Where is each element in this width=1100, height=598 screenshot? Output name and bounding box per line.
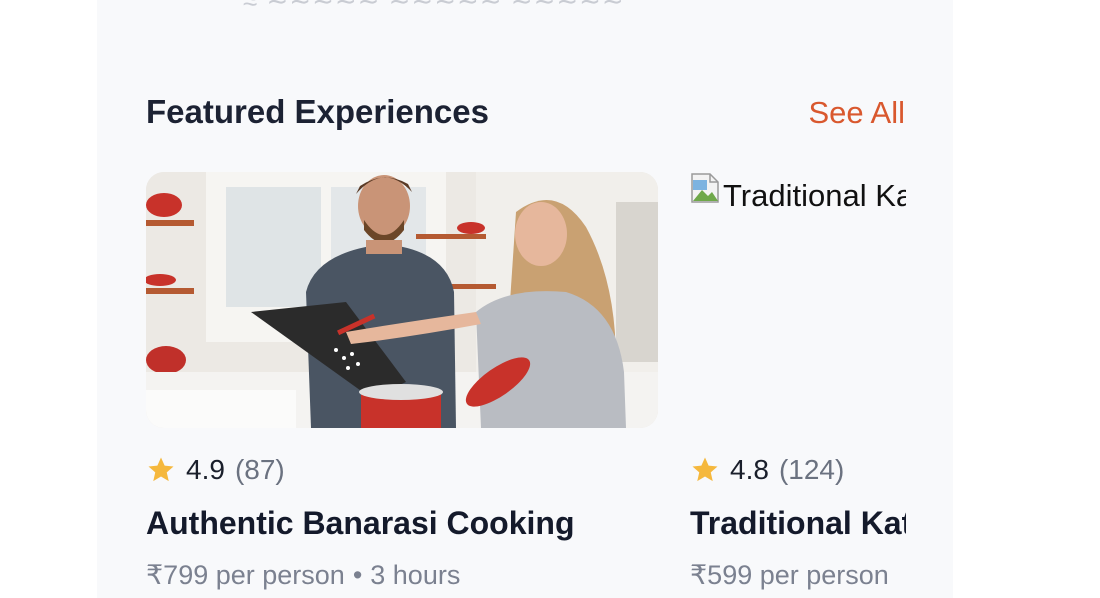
experience-title[interactable]: Authentic Banarasi Cooking (146, 505, 575, 542)
experience-photo: Traditional Ka (690, 172, 906, 428)
experience-title[interactable]: Traditional Kat (690, 505, 906, 542)
rating-value: 4.9 (186, 454, 225, 485)
experience-card[interactable]: Traditional Ka 4.8 (124) Traditional Kat… (690, 172, 906, 590)
star-icon (148, 457, 174, 482)
rating-value: 4.8 (730, 454, 769, 485)
featured-experiences-panel: ≈ ∼∼∼∼∼ ∼∼∼∼∼ ∼∼∼∼∼ Featured Experiences… (97, 0, 953, 598)
experience-card[interactable]: 4.9 (87) Authentic Banarasi Cooking ₹799… (146, 172, 658, 590)
rating-row: 4.8 (124) (690, 454, 844, 486)
experience-price: ₹599 per person (690, 560, 889, 590)
experience-carousel[interactable]: 4.9 (87) Authentic Banarasi Cooking ₹799… (146, 172, 906, 598)
broken-image-icon (691, 173, 719, 203)
rating-row: 4.9 (87) (146, 454, 285, 486)
section-title: Featured Experiences (146, 93, 489, 130)
review-count: (87) (234, 454, 285, 485)
experience-photo (146, 172, 658, 428)
meta-separator: • (352, 560, 363, 590)
experience-duration: 3 hours (370, 560, 461, 590)
review-count: (124) (778, 454, 845, 485)
experience-meta: ₹799 per person • 3 hours (146, 560, 460, 591)
experience-price: ₹799 per person (146, 560, 345, 590)
see-all-link[interactable]: See All (808, 95, 905, 131)
star-icon (692, 457, 718, 482)
image-alt-text: Traditional Ka (723, 178, 906, 213)
experience-meta: ₹599 per person (690, 560, 889, 591)
clipped-previous-content: ≈ ∼∼∼∼∼ ∼∼∼∼∼ ∼∼∼∼∼ (243, 0, 625, 16)
